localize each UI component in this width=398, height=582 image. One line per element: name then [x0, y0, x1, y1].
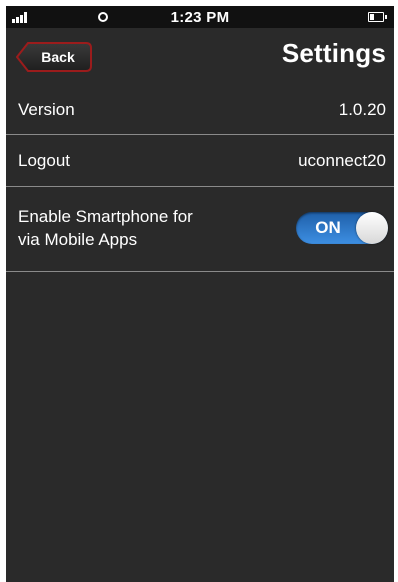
back-button-label: Back	[41, 49, 75, 65]
settings-row-logout[interactable]: Logout uconnect20	[6, 135, 394, 187]
enable-smartphone-label-line1: Enable Smartphone for	[18, 207, 193, 226]
status-bar: 1:23 PM	[6, 6, 394, 28]
toggle-knob[interactable]	[356, 212, 388, 244]
toggle-on-label: ON	[315, 218, 341, 237]
settings-row-version: Version 1.0.20	[6, 86, 394, 135]
logout-label: Logout	[18, 151, 70, 170]
enable-smartphone-label-line2: via Mobile Apps	[18, 230, 138, 249]
version-value: 1.0.20	[338, 100, 386, 119]
navigation-bar: Back Settings	[6, 28, 394, 86]
phone-screen: 1:23 PM Back Settings Version 1.0.20 Log…	[6, 6, 394, 582]
status-time: 1:23 PM	[170, 9, 230, 26]
battery-icon	[368, 12, 387, 22]
settings-row-enable-smartphone: Enable Smartphone for via Mobile Apps ON	[6, 187, 394, 272]
version-label: Version	[18, 100, 75, 119]
page-title: Settings	[281, 38, 386, 68]
enable-smartphone-toggle[interactable]: ON	[296, 212, 388, 244]
logout-username: uconnect20	[298, 151, 386, 170]
back-button[interactable]: Back	[16, 42, 92, 72]
enable-smartphone-label: Enable Smartphone for via Mobile Apps	[18, 205, 258, 251]
